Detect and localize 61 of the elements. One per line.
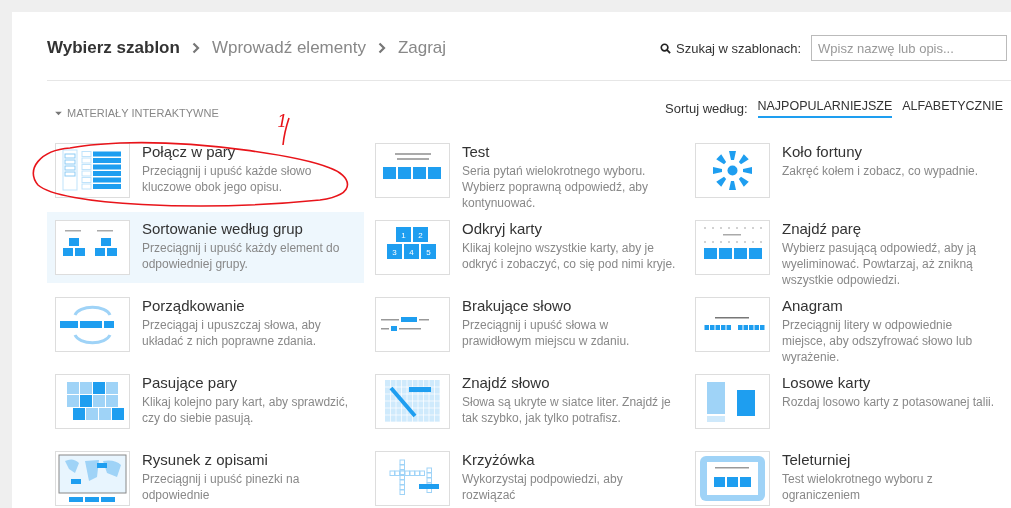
template-description: Klikaj kolejno wszystkie karty, aby je odkryć i zobaczyć, co się pod nimi kryje.: [462, 240, 676, 272]
card-number: 4: [409, 248, 414, 257]
breadcrumb-step[interactable]: Wybierz szablon: [47, 38, 180, 58]
template-description: Przeciągnij i upuść każdy element do odpowiedniej grupy.: [142, 240, 341, 272]
sort-label: Sortuj według:: [665, 101, 748, 116]
caret-icon: [55, 110, 62, 116]
template-description: Rozdaj losowo karty z potasowanej talii.: [782, 394, 995, 410]
chevron-icon: [191, 42, 200, 54]
template-title: Połącz w pary: [142, 143, 237, 160]
breadcrumb-step[interactable]: Wprowadź elementy: [211, 38, 366, 58]
template-card[interactable]: Porządkowanie Przeciągaj i upuszczaj słowa, aby układać z nich poprawne zdania.: [47, 289, 364, 360]
template-description: Przeciągaj i upuszczaj słowa, aby układać z nich poprawne zdania.: [142, 317, 322, 349]
template-card[interactable]: Brakujące słowo Przeciągnij i upuść słowa w prawidłowym miejscu w zdaniu.: [367, 289, 684, 360]
template-card[interactable]: Rysunek z opisami Przeciągnij i upuść pinezki na odpowiednie: [47, 443, 364, 508]
template-title: Brakujące słowo: [462, 297, 573, 314]
template-description: Słowa są ukryte w siatce liter. Znajdź je tak szybko, jak tylko potrafisz.: [462, 394, 672, 426]
template-card[interactable]: Pasujące pary Klikaj kolejno pary kart, aby sprawdzić, czy do siebie pasują.: [47, 366, 364, 437]
breadcrumb-step[interactable]: Zagraj: [397, 38, 447, 58]
card-number: 1: [401, 231, 406, 240]
search-field[interactable]: Wpisz nazwę lub opis...: [811, 35, 1007, 61]
template-description: Przeciągnij i upuść pinezki na odpowiednie: [142, 471, 301, 503]
template-description: Przeciągnij i upuść słowa w prawidłowym miejscu w zdaniu.: [462, 317, 631, 349]
card-number: 5: [426, 248, 431, 257]
chevron-icon: [377, 42, 386, 54]
template-description: Wykorzystaj podpowiedzi, aby rozwiązać: [462, 471, 624, 503]
template-card[interactable]: Sortowanie według grup Przeciągnij i upuść każdy element do odpowiedniej grupy.: [47, 212, 364, 283]
template-card[interactable]: Koło fortuny Zakręć kołem i zobacz, co wypadnie.: [687, 135, 1004, 206]
template-title: Test: [462, 143, 491, 160]
search-label: Szukaj w szablonach:: [676, 40, 801, 56]
section-toggle[interactable]: MATERIAŁY INTERAKTYWNE: [47, 99, 219, 119]
template-title: Odkryj karty: [462, 220, 543, 237]
template-card[interactable]: Krzyżówka Wykorzystaj podpowiedzi, aby rozwiązać: [367, 443, 684, 508]
template-description: Test wielokrotnego wyboru z ograniczeniem: [782, 471, 934, 503]
template-title: Rysunek z opisami: [142, 451, 269, 468]
template-card[interactable]: 1 2 3 4 5 Odkryj karty Klikaj kolejno wszystkie karty, aby je odkryć i zobaczyć, co się pod nimi kryje.: [367, 212, 684, 283]
template-title: Znajdź słowo: [462, 374, 551, 391]
template-title: Porządkowanie: [142, 297, 246, 314]
template-title: Teleturniej: [782, 451, 852, 468]
template-title: Anagram: [782, 297, 844, 314]
sort-option[interactable]: NAJPOPULARNIEJSZE: [757, 99, 893, 118]
template-title: Krzyżówka: [462, 451, 536, 468]
annotation-number: 1: [277, 111, 288, 131]
card-number: 2: [418, 231, 423, 240]
template-description: Zakręć kołem i zobacz, co wypadnie.: [782, 163, 979, 179]
template-card[interactable]: Teleturniej Test wielokrotnego wyboru z ograniczeniem: [687, 443, 1004, 508]
template-title: Znajdź parę: [782, 220, 863, 237]
template-description: Przeciągnij i upuść każde słowo kluczowe obok jego opisu.: [142, 163, 313, 195]
template-card[interactable]: Znajdź słowo Słowa są ukryte w siatce liter. Znajdź je tak szybko, jak tylko potrafisz.: [367, 366, 684, 437]
template-title: Pasujące pary: [142, 374, 239, 391]
template-title: Sortowanie według grup: [142, 220, 304, 237]
template-description: Klikaj kolejno pary kart, aby sprawdzić, czy do siebie pasują.: [142, 394, 350, 426]
sort-option[interactable]: ALFABETYCZNIE: [902, 99, 1003, 118]
template-card[interactable]: Połącz w pary Przeciągnij i upuść każde słowo kluczowe obok jego opisu.: [47, 135, 364, 206]
template-description: Przeciągnij litery w odpowiednie miejsce, aby odszyfrować słowo lub wyrażenie.: [782, 317, 974, 365]
template-title: Koło fortuny: [782, 143, 864, 160]
template-description: Wybierz pasującą odpowiedź, aby ją wyeliminować. Powtarzaj, aż znikną wszystkie odpowiedzi.: [782, 240, 977, 288]
card-number: 3: [392, 248, 397, 257]
search-icon: [660, 42, 671, 54]
template-description: Seria pytań wielokrotnego wyboru. Wybierz poprawną odpowiedź, aby kontynuować.: [462, 163, 649, 211]
template-card[interactable]: Losowe karty Rozdaj losowo karty z potasowanej talii.: [687, 366, 1004, 437]
template-title: Losowe karty: [782, 374, 872, 391]
